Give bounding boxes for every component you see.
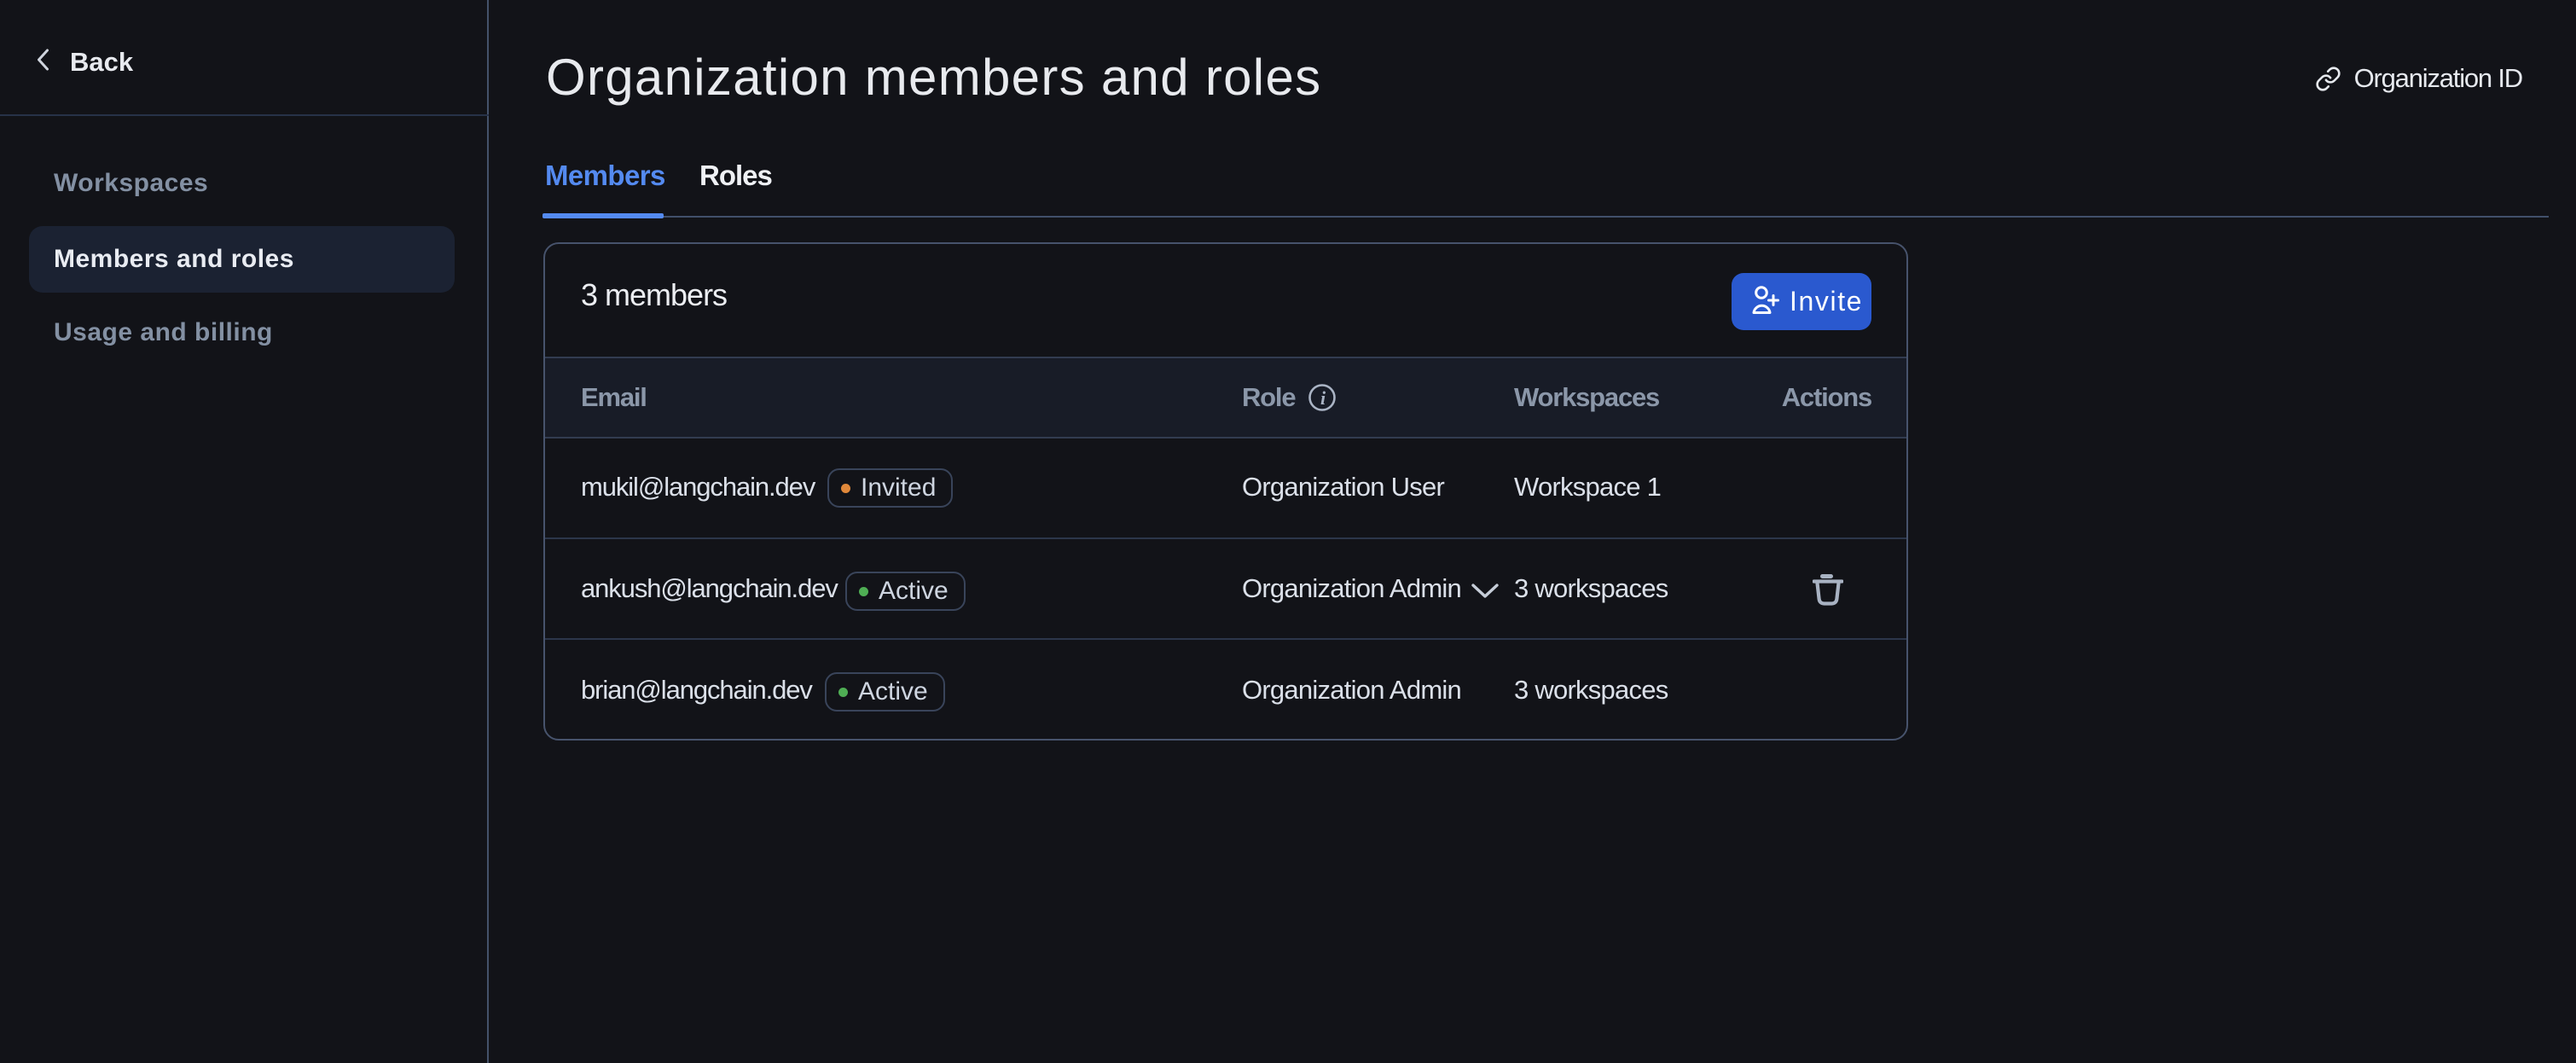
svg-text:i: i: [1320, 387, 1326, 409]
